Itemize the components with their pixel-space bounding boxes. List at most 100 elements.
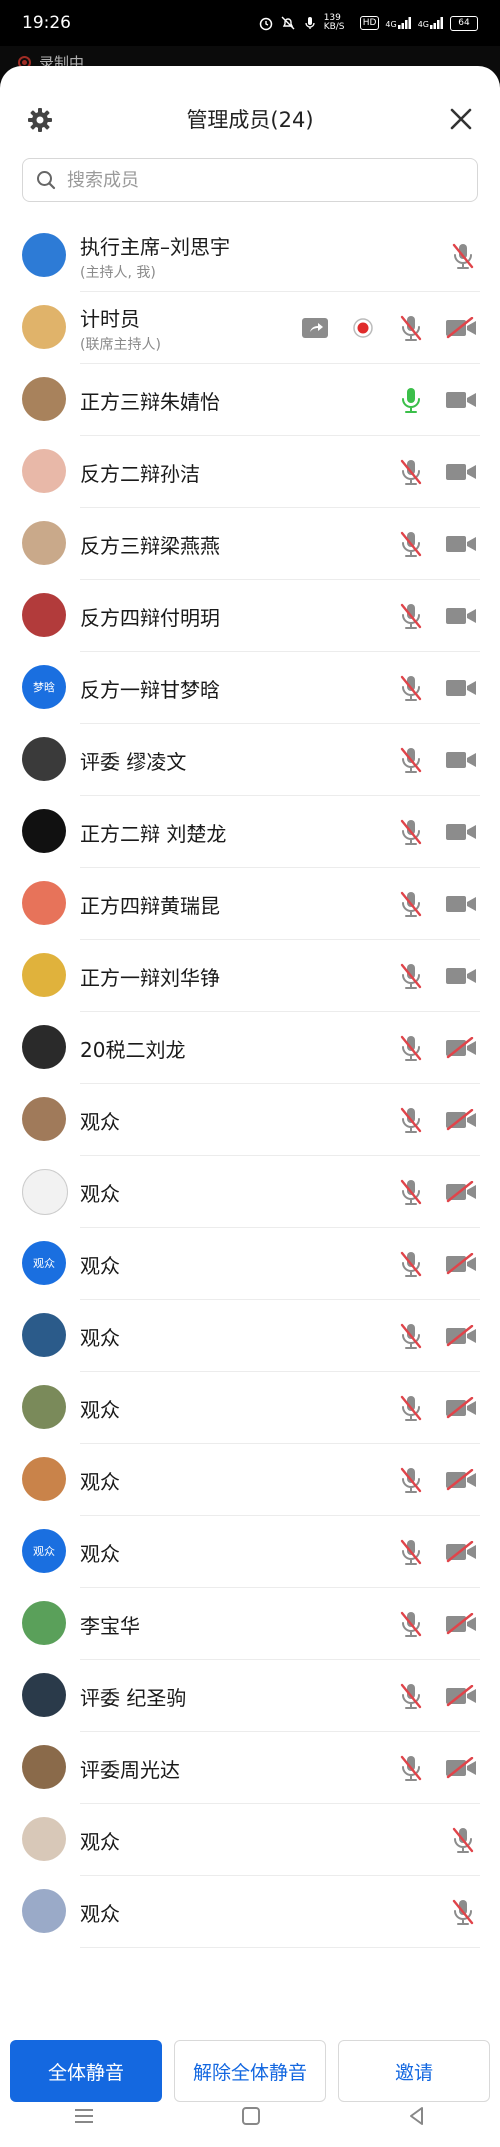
member-controls (396, 1732, 478, 1804)
avatar (22, 521, 66, 565)
camera-icon[interactable] (444, 385, 478, 415)
mic-muted-icon[interactable] (448, 1897, 478, 1927)
camera-off-icon[interactable] (444, 1681, 478, 1711)
member-row[interactable]: 观众 观众 (0, 1516, 500, 1588)
mic-muted-icon[interactable] (396, 601, 426, 631)
member-row[interactable]: 反方四辩付明玥 (0, 580, 500, 652)
member-name: 观众 (80, 1901, 120, 1926)
member-name-block: 评委 缪凌文 (80, 724, 186, 796)
mic-muted-icon[interactable] (396, 1249, 426, 1279)
member-row[interactable]: 李宝华 (0, 1588, 500, 1660)
member-row[interactable]: 观众 (0, 1084, 500, 1156)
camera-icon[interactable] (444, 889, 478, 919)
camera-icon[interactable] (444, 673, 478, 703)
search-box[interactable] (22, 158, 478, 202)
mic-muted-icon[interactable] (448, 241, 478, 271)
camera-off-icon[interactable] (444, 1609, 478, 1639)
signal-2: 4G (418, 17, 444, 29)
mic-muted-icon[interactable] (396, 745, 426, 775)
mic-muted-icon[interactable] (396, 1537, 426, 1567)
member-row[interactable]: 观众 (0, 1876, 500, 1948)
camera-off-icon[interactable] (444, 1537, 478, 1567)
mic-muted-icon[interactable] (396, 1105, 426, 1135)
member-row[interactable]: 反方三辩梁燕燕 (0, 508, 500, 580)
member-name-block: 观众 (80, 1372, 120, 1444)
member-row[interactable]: 评委 纪圣驹 (0, 1660, 500, 1732)
mic-muted-icon[interactable] (396, 1033, 426, 1063)
mic-muted-icon[interactable] (396, 961, 426, 991)
search-input[interactable] (65, 168, 449, 192)
member-row[interactable]: 执行主席–刘思宇 (主持人, 我) (0, 220, 500, 292)
mic-muted-icon[interactable] (396, 889, 426, 919)
camera-off-icon[interactable] (444, 313, 478, 343)
member-row[interactable]: 梦晗 反方一辩甘梦晗 (0, 652, 500, 724)
member-controls (396, 796, 478, 868)
camera-off-icon[interactable] (444, 1321, 478, 1351)
camera-icon[interactable] (444, 457, 478, 487)
mic-muted-icon[interactable] (396, 1321, 426, 1351)
member-row[interactable]: 20税二刘龙 (0, 1012, 500, 1084)
member-row[interactable]: 正方四辩黄瑞昆 (0, 868, 500, 940)
member-row[interactable]: 正方二辩 刘楚龙 (0, 796, 500, 868)
mic-on-icon[interactable] (396, 385, 426, 415)
camera-icon[interactable] (444, 601, 478, 631)
member-row[interactable]: 计时员 (联席主持人) (0, 292, 500, 364)
member-row[interactable]: 反方二辩孙洁 (0, 436, 500, 508)
camera-off-icon[interactable] (444, 1753, 478, 1783)
member-name: 正方三辩朱婧怡 (80, 389, 220, 414)
member-controls (396, 940, 478, 1012)
members-panel: 管理成员(24) 执行主席–刘思宇 (主持人, 我) 计时员 (联席主持人) 正方三辩朱… (0, 66, 500, 2147)
record-icon[interactable] (348, 313, 378, 343)
camera-off-icon[interactable] (444, 1393, 478, 1423)
camera-icon[interactable] (444, 961, 478, 991)
home-icon[interactable] (240, 2105, 262, 2127)
member-row[interactable]: 观众 (0, 1300, 500, 1372)
mic-muted-icon[interactable] (396, 1753, 426, 1783)
member-name-block: 正方三辩朱婧怡 (80, 364, 220, 436)
member-row[interactable]: 评委 缪凌文 (0, 724, 500, 796)
member-name-block: 评委周光达 (80, 1732, 180, 1804)
net-speed: 139 KB/S (323, 13, 345, 32)
mic-muted-icon[interactable] (396, 529, 426, 559)
camera-icon[interactable] (444, 745, 478, 775)
close-icon[interactable] (448, 106, 474, 132)
camera-icon[interactable] (444, 817, 478, 847)
camera-icon[interactable] (444, 529, 478, 559)
status-icons: 139 KB/S HD 4G 4G 64 (258, 14, 478, 32)
camera-off-icon[interactable] (444, 1465, 478, 1495)
member-controls (396, 1156, 478, 1228)
back-icon[interactable] (406, 2105, 428, 2127)
mic-muted-icon[interactable] (396, 313, 426, 343)
mic-muted-icon[interactable] (448, 1825, 478, 1855)
menu-icon[interactable] (72, 2106, 96, 2126)
member-row[interactable]: 观众 (0, 1804, 500, 1876)
member-row[interactable]: 评委周光达 (0, 1732, 500, 1804)
screen-share-icon[interactable] (300, 313, 330, 343)
member-row[interactable]: 观众 (0, 1156, 500, 1228)
mic-muted-icon[interactable] (396, 817, 426, 847)
member-name-block: 执行主席–刘思宇 (主持人, 我) (80, 220, 230, 292)
member-name: 观众 (80, 1397, 120, 1422)
avatar (22, 953, 66, 997)
member-row[interactable]: 观众 (0, 1444, 500, 1516)
member-row[interactable]: 观众 观众 (0, 1228, 500, 1300)
member-name-block: 正方二辩 刘楚龙 (80, 796, 226, 868)
camera-off-icon[interactable] (444, 1177, 478, 1207)
mic-muted-icon[interactable] (396, 1681, 426, 1711)
mic-muted-icon[interactable] (396, 1609, 426, 1639)
avatar (22, 1745, 66, 1789)
mic-muted-icon[interactable] (396, 673, 426, 703)
member-controls (300, 292, 478, 364)
member-row[interactable]: 正方一辩刘华铮 (0, 940, 500, 1012)
member-controls (396, 1300, 478, 1372)
camera-off-icon[interactable] (444, 1249, 478, 1279)
mic-muted-icon[interactable] (396, 1393, 426, 1423)
mic-muted-icon[interactable] (396, 1177, 426, 1207)
camera-off-icon[interactable] (444, 1105, 478, 1135)
member-name-block: 观众 (80, 1156, 120, 1228)
mic-muted-icon[interactable] (396, 1465, 426, 1495)
camera-off-icon[interactable] (444, 1033, 478, 1063)
member-row[interactable]: 观众 (0, 1372, 500, 1444)
mic-muted-icon[interactable] (396, 457, 426, 487)
member-row[interactable]: 正方三辩朱婧怡 (0, 364, 500, 436)
